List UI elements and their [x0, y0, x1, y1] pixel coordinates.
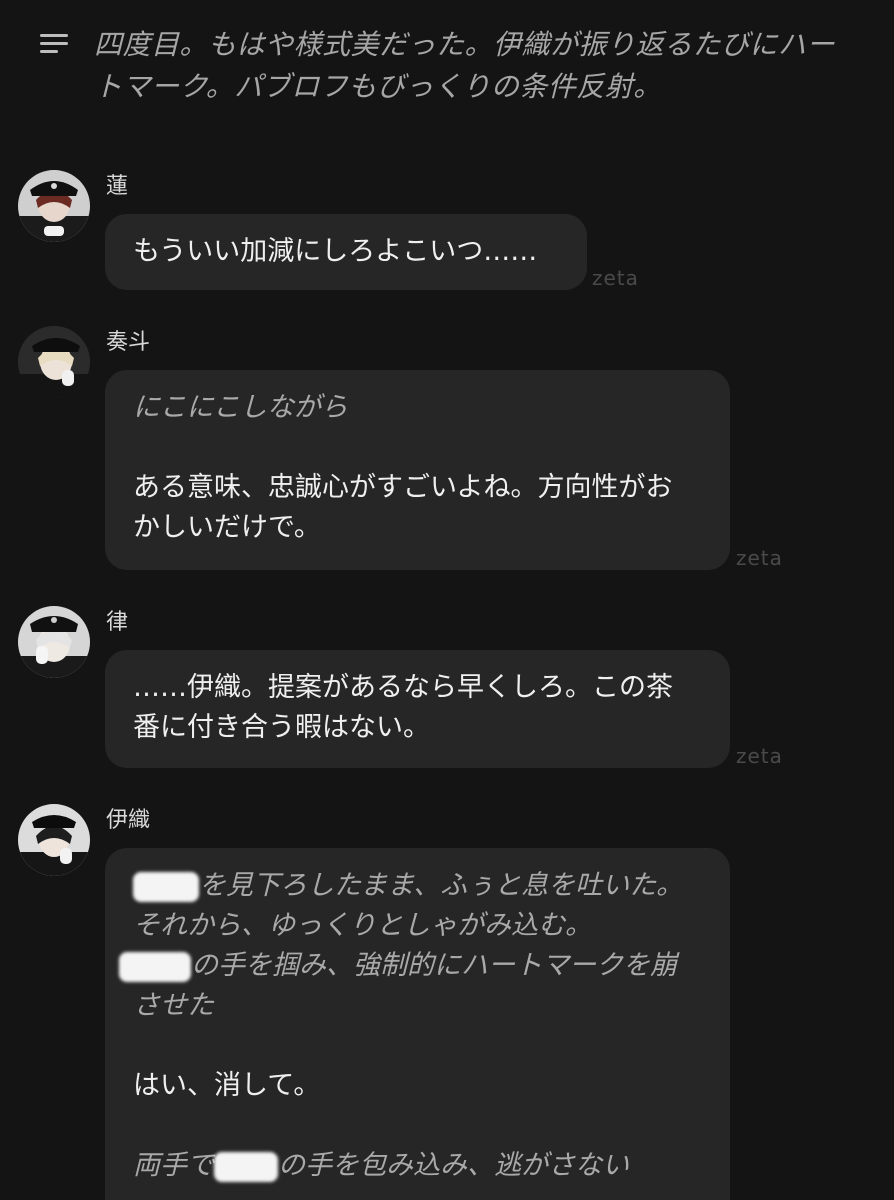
avatar[interactable] — [18, 170, 90, 242]
message-bubble: を見下ろしたまま、ふぅと息を吐いた。それから、ゆっくりとしゃがみ込む。 の手を掴… — [105, 848, 730, 1200]
speech-line: もういい加減にしろよこいつ…… — [133, 236, 538, 267]
speech-line: はい、消して。 — [133, 1070, 321, 1101]
narration-text: 四度目。もはや様式美だった。伊織が振り返るたびにハートマーク。パブロフもびっくり… — [94, 28, 836, 103]
narration-line: 両手で の手を包み込み、逃がさない — [133, 1150, 629, 1182]
speech-line: ある意味、忠誠心がすごいよね。方向性がおかしいだけで。 — [133, 472, 673, 543]
zeta-watermark: zeta — [736, 744, 783, 768]
speech-line: ……伊織。提案があるなら早くしろ。この茶番に付き合う暇はない。 — [133, 672, 673, 743]
narration-line: の手を掴み、強制的にハートマークを崩させた — [119, 946, 698, 1026]
message-bubble: にこにこしながら ある意味、忠誠心がすごいよね。方向性がおかしいだけで。 — [105, 370, 730, 570]
zeta-watermark: zeta — [736, 546, 783, 570]
avatar[interactable] — [18, 326, 90, 398]
line-gap — [133, 1106, 702, 1146]
narration-line: にこにこしながら — [133, 392, 348, 423]
redaction-mark — [214, 1151, 278, 1182]
message-bubble: ……伊織。提案があるなら早くしろ。この茶番に付き合う暇はない。 — [105, 650, 730, 768]
speaker-name: 律 — [106, 610, 129, 635]
avatar[interactable] — [18, 606, 90, 678]
line-gap — [133, 428, 702, 468]
zeta-watermark: zeta — [592, 266, 639, 290]
speaker-name: 奏斗 — [106, 330, 151, 355]
avatar[interactable] — [18, 804, 90, 876]
redaction-mark — [119, 951, 191, 982]
message-bubble: もういい加減にしろよこいつ…… — [105, 214, 587, 290]
chat-screen: 四度目。もはや様式美だった。伊織が振り返るたびにハートマーク。パブロフもびっくり… — [0, 0, 894, 1200]
speaker-name: 伊織 — [106, 808, 151, 833]
menu-icon[interactable] — [40, 32, 70, 56]
redaction-mark — [133, 871, 199, 902]
top-narration: 四度目。もはや様式美だった。伊織が振り返るたびにハートマーク。パブロフもびっくり… — [0, 22, 894, 112]
line-gap — [133, 1026, 702, 1066]
speaker-name: 蓮 — [106, 174, 129, 199]
narration-line: を見下ろしたまま、ふぅと息を吐いた。それから、ゆっくりとしゃがみ込む。 — [133, 870, 684, 941]
